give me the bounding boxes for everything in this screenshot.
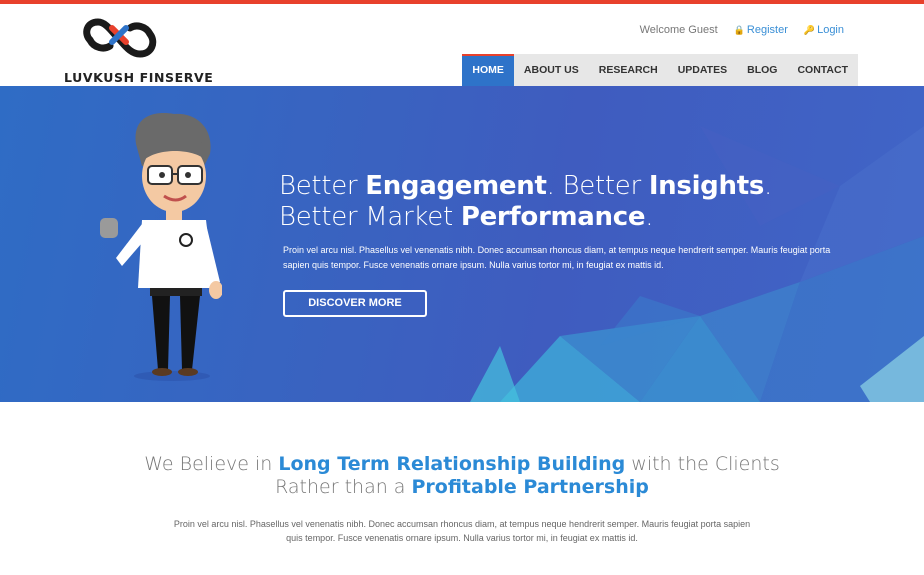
hero-t1c: . Better [546,171,649,201]
nav-about-us[interactable]: ABOUT US [514,54,589,86]
hero-t2c: . [645,202,654,232]
belief-line-2: Rather than a Profitable Partnership [0,476,924,499]
hero-title-line-1: Better Engagement. Better Insights. [279,171,772,202]
hero-description: Proin vel arcu nisl. Phasellus vel venen… [283,245,831,270]
hero-t1b: Engagement [365,171,547,201]
logo[interactable]: LUVKUSH FINSERVE [64,12,213,85]
brand-name: LUVKUSH FINSERVE [64,70,214,85]
nav-research[interactable]: RESEARCH [589,54,668,86]
login-link[interactable]: 🔑 Login [804,24,844,36]
belief-description: Proin vel arcu nisl. Phasellus vel venen… [173,519,751,543]
mascot-illustration [100,113,222,381]
nav-home[interactable]: HOME [462,54,514,86]
nav-updates[interactable]: UPDATES [668,54,737,86]
belief-heading: We Believe in Long Term Relationship Bui… [0,453,924,499]
hero-title-line-2: Better Market Performance. [279,202,772,233]
discover-more-button[interactable]: DISCOVER MORE [283,290,427,317]
hero-t1e: . [764,171,772,201]
belief-l1a: We Believe in [144,453,279,475]
hero-t1a: Better [279,171,366,201]
nav-contact[interactable]: CONTACT [787,54,858,86]
hero-t2a: Better Market [279,202,461,232]
hero-banner: Better Engagement. Better Insights. Bett… [0,86,924,402]
belief-l2b: Profitable Partnership [411,476,649,498]
belief-l1b: Long Term Relationship Building [278,453,626,475]
register-link[interactable]: 🔒 Register [734,24,788,36]
belief-line-1: We Believe in Long Term Relationship Bui… [0,453,924,476]
main-nav: HOME ABOUT US RESEARCH UPDATES BLOG CONT… [462,54,858,86]
lock-icon: 🔒 [733,25,745,35]
key-icon: 🔑 [803,25,816,35]
hero-t1d: Insights [648,171,765,201]
infinity-logo-icon [83,18,157,58]
site-header: LUVKUSH FINSERVE Welcome Guest 🔒 Register… [0,4,924,86]
hero-t2b: Performance [460,202,646,232]
welcome-text: Welcome Guest [639,24,718,36]
hero-title: Better Engagement. Better Insights. Bett… [279,171,772,233]
belief-l1c: with the Clients [625,453,780,475]
nav-blog[interactable]: BLOG [737,54,787,86]
belief-l2a: Rather than a [275,476,412,498]
register-label: Register [746,24,788,36]
user-bar: Welcome Guest 🔒 Register 🔑 Login [640,24,844,36]
login-label: Login [817,24,844,36]
